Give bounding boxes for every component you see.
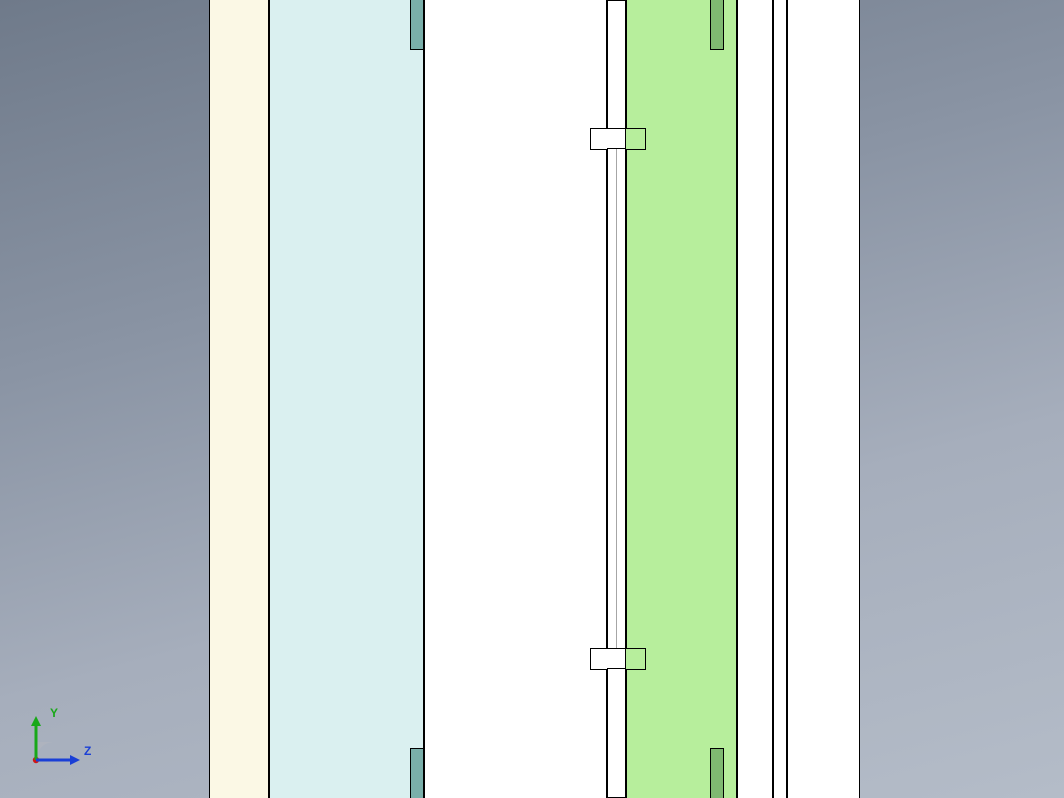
body-slab-white-1[interactable] <box>424 0 607 798</box>
rib-wide-step-top[interactable] <box>590 128 626 150</box>
tab-green-bottom[interactable] <box>710 748 724 798</box>
model-stage[interactable] <box>209 0 860 798</box>
rib-narrow-bottom[interactable] <box>607 668 626 798</box>
tab-green-top[interactable] <box>710 0 724 50</box>
rib-narrow-top[interactable] <box>607 0 626 130</box>
triad-origin-shade <box>36 742 54 760</box>
triad-label-z: Z <box>84 744 91 758</box>
body-slab-white-2[interactable] <box>737 0 773 798</box>
rib-wide-step-bottom[interactable] <box>590 648 626 670</box>
rib-inner-seam <box>616 148 617 650</box>
green-notch-bottom <box>626 648 646 670</box>
body-slab-cream[interactable] <box>209 0 269 798</box>
triad-axis-y-arrow-icon <box>31 716 41 726</box>
cad-viewport[interactable]: Y Z <box>0 0 1064 798</box>
body-slab-white-4[interactable] <box>787 0 860 798</box>
triad-label-y: Y <box>50 706 58 720</box>
green-notch-top <box>626 128 646 150</box>
tab-cyan-bottom[interactable] <box>410 748 424 798</box>
triad-axis-z-arrow-icon <box>70 755 80 765</box>
body-slab-green[interactable] <box>626 0 737 798</box>
tab-cyan-top[interactable] <box>410 0 424 50</box>
view-orientation-triad[interactable]: Y Z <box>26 714 86 774</box>
body-slab-white-3[interactable] <box>773 0 787 798</box>
body-slab-cyan[interactable] <box>269 0 424 798</box>
